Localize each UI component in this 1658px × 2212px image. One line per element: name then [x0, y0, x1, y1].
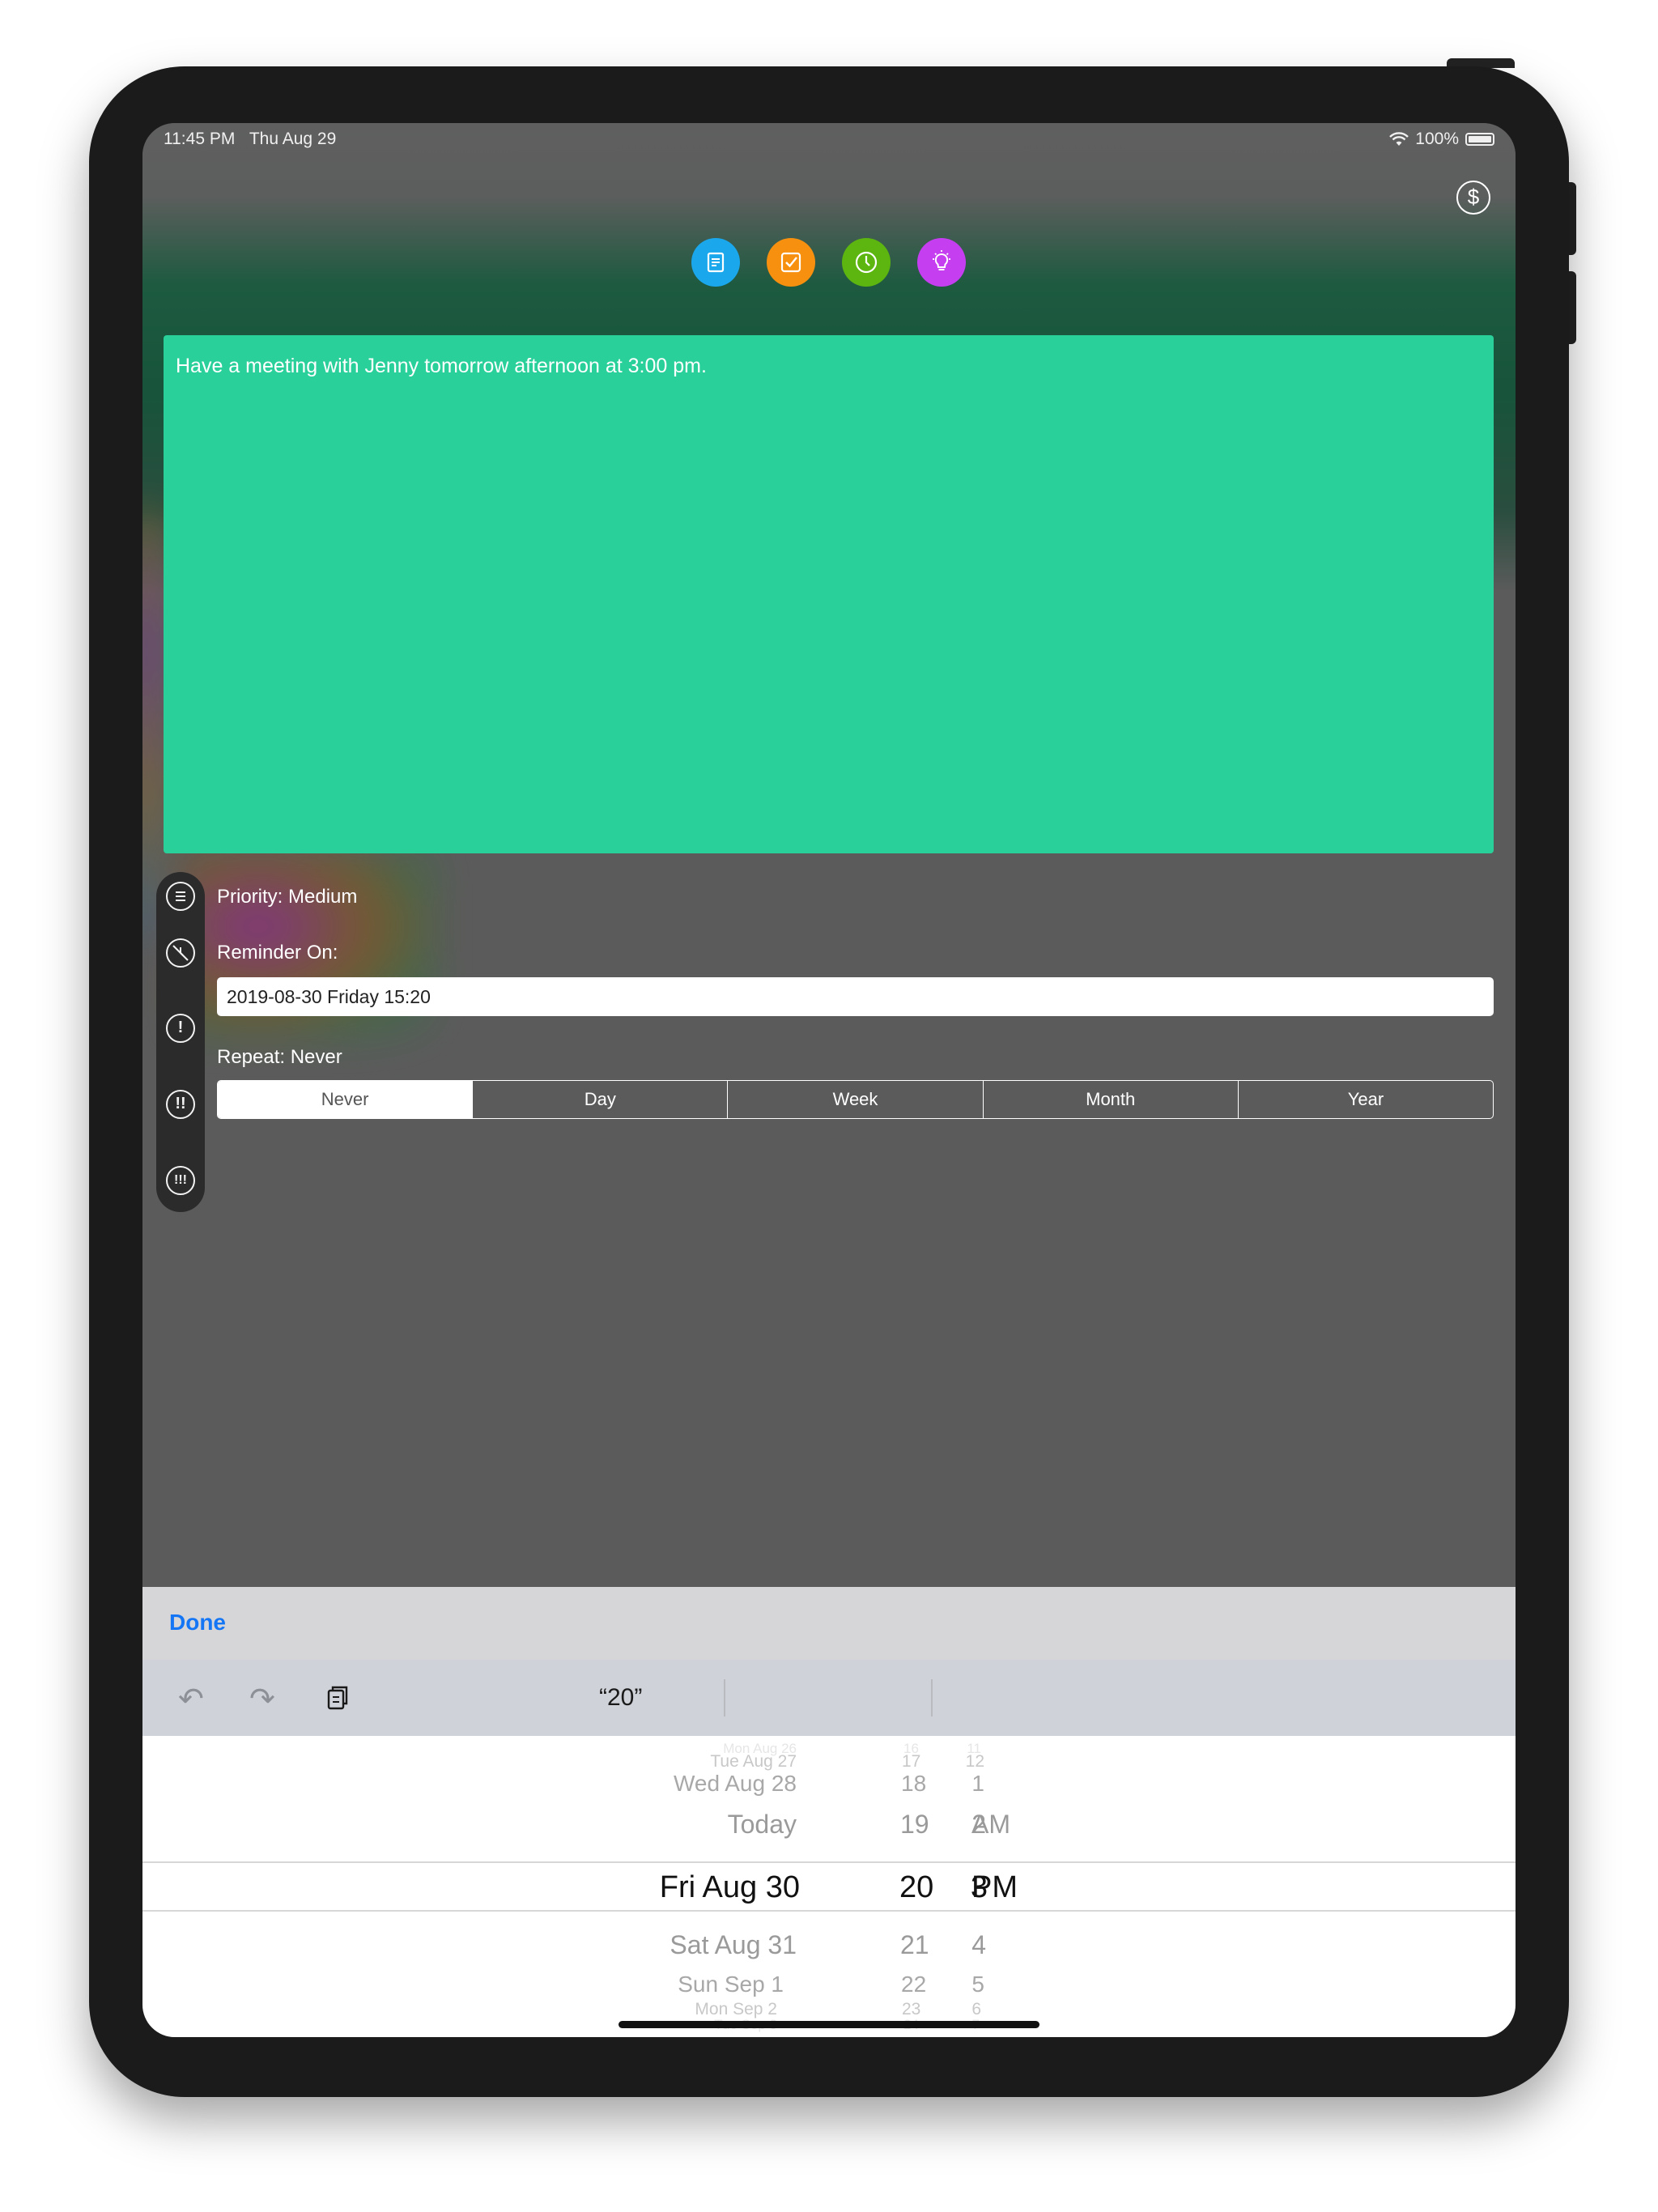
- no-reminder-icon[interactable]: [166, 938, 195, 968]
- picker-ampm-item: AM: [971, 1810, 1010, 1839]
- picker-date-item: Sun Sep 1: [678, 1972, 784, 1997]
- reminder-label: Reminder On:: [217, 942, 338, 963]
- status-right: 100%: [1389, 130, 1494, 149]
- reminder-date-field[interactable]: 2019-08-30 Friday 15:20: [217, 977, 1494, 1016]
- repeat-option-day[interactable]: Day: [472, 1081, 727, 1118]
- redo-icon[interactable]: ↷: [249, 1681, 275, 1717]
- priority-sidebar: ! !! !!!: [156, 872, 205, 1212]
- suggestion-1[interactable]: “20”: [599, 1684, 642, 1712]
- list-icon[interactable]: [166, 882, 195, 911]
- picker-date-selected[interactable]: Fri Aug 30: [660, 1870, 800, 1905]
- wifi-icon: [1389, 132, 1409, 146]
- picker-hour-item: 1: [971, 1771, 984, 1796]
- picker-toolbar: Done: [142, 1587, 1516, 1660]
- picker-ampm-selected[interactable]: PM: [971, 1870, 1018, 1905]
- checkbox-icon[interactable]: [767, 238, 815, 287]
- picker-minute-item: 21: [900, 1930, 929, 1959]
- repeat-option-year[interactable]: Year: [1237, 1081, 1493, 1118]
- home-indicator: [619, 2021, 1039, 2028]
- repeat-segmented-control: Never Day Week Month Year: [217, 1080, 1494, 1119]
- picker-selection-bottom: [142, 1910, 1516, 1912]
- repeat-option-month[interactable]: Month: [982, 1081, 1238, 1118]
- notes-icon[interactable]: [691, 238, 740, 287]
- status-time: 11:45 PM Thu Aug 29: [164, 130, 337, 148]
- keyboard-shortcut-bar: ↶ ↷ “20”: [142, 1660, 1516, 1736]
- picker-hour-item: 12: [965, 1752, 984, 1771]
- undo-icon[interactable]: ↶: [178, 1681, 204, 1717]
- note-editor[interactable]: Have a meeting with Jenny tomorrow after…: [164, 335, 1494, 853]
- repeat-option-never[interactable]: Never: [218, 1081, 473, 1118]
- priority-medium-icon[interactable]: !!: [166, 1090, 195, 1119]
- dollar-icon[interactable]: $: [1456, 181, 1490, 215]
- picker-date-item: Today: [727, 1810, 797, 1839]
- picker-minute-item: 22: [901, 1972, 927, 1997]
- suggestion-divider: [724, 1679, 725, 1716]
- status-bar: 11:45 PM Thu Aug 29 100%: [142, 123, 1516, 155]
- picker-minute-selected[interactable]: 20: [899, 1870, 933, 1905]
- battery-percent: 100%: [1415, 130, 1459, 148]
- lightbulb-icon[interactable]: [917, 238, 966, 287]
- picker-hour-item: 4: [971, 1930, 986, 1959]
- repeat-label: Repeat: Never: [217, 1046, 342, 1068]
- app-switcher: [691, 238, 966, 287]
- done-button[interactable]: Done: [169, 1610, 226, 1636]
- picker-minute-item: 17: [902, 1752, 921, 1771]
- battery-icon: [1465, 133, 1494, 146]
- picker-date-item: Tue Aug 27: [710, 1752, 797, 1771]
- picker-selection-top: [142, 1861, 1516, 1863]
- priority-low-icon[interactable]: !: [166, 1014, 195, 1043]
- picker-minute-item: 18: [901, 1771, 927, 1796]
- paste-icon[interactable]: [325, 1684, 350, 1720]
- suggestion-divider: [931, 1679, 933, 1716]
- picker-date-item: Sat Aug 31: [670, 1930, 797, 1959]
- clock-icon[interactable]: [842, 238, 891, 287]
- picker-hour-item: 5: [971, 1972, 984, 1997]
- repeat-option-week[interactable]: Week: [727, 1081, 982, 1118]
- picker-date-item: Wed Aug 28: [673, 1771, 797, 1796]
- picker-minute-item: 19: [900, 1810, 929, 1839]
- priority-label: Priority: Medium: [217, 886, 358, 908]
- screen: 11:45 PM Thu Aug 29 100% $ Have a meetin…: [142, 123, 1516, 2037]
- note-text[interactable]: Have a meeting with Jenny tomorrow after…: [176, 355, 707, 378]
- date-time-picker[interactable]: Mon Aug 26 Tue Aug 27 Wed Aug 28 Today F…: [142, 1736, 1516, 2037]
- blur-decoration: [142, 512, 159, 933]
- priority-high-icon[interactable]: !!!: [166, 1166, 195, 1195]
